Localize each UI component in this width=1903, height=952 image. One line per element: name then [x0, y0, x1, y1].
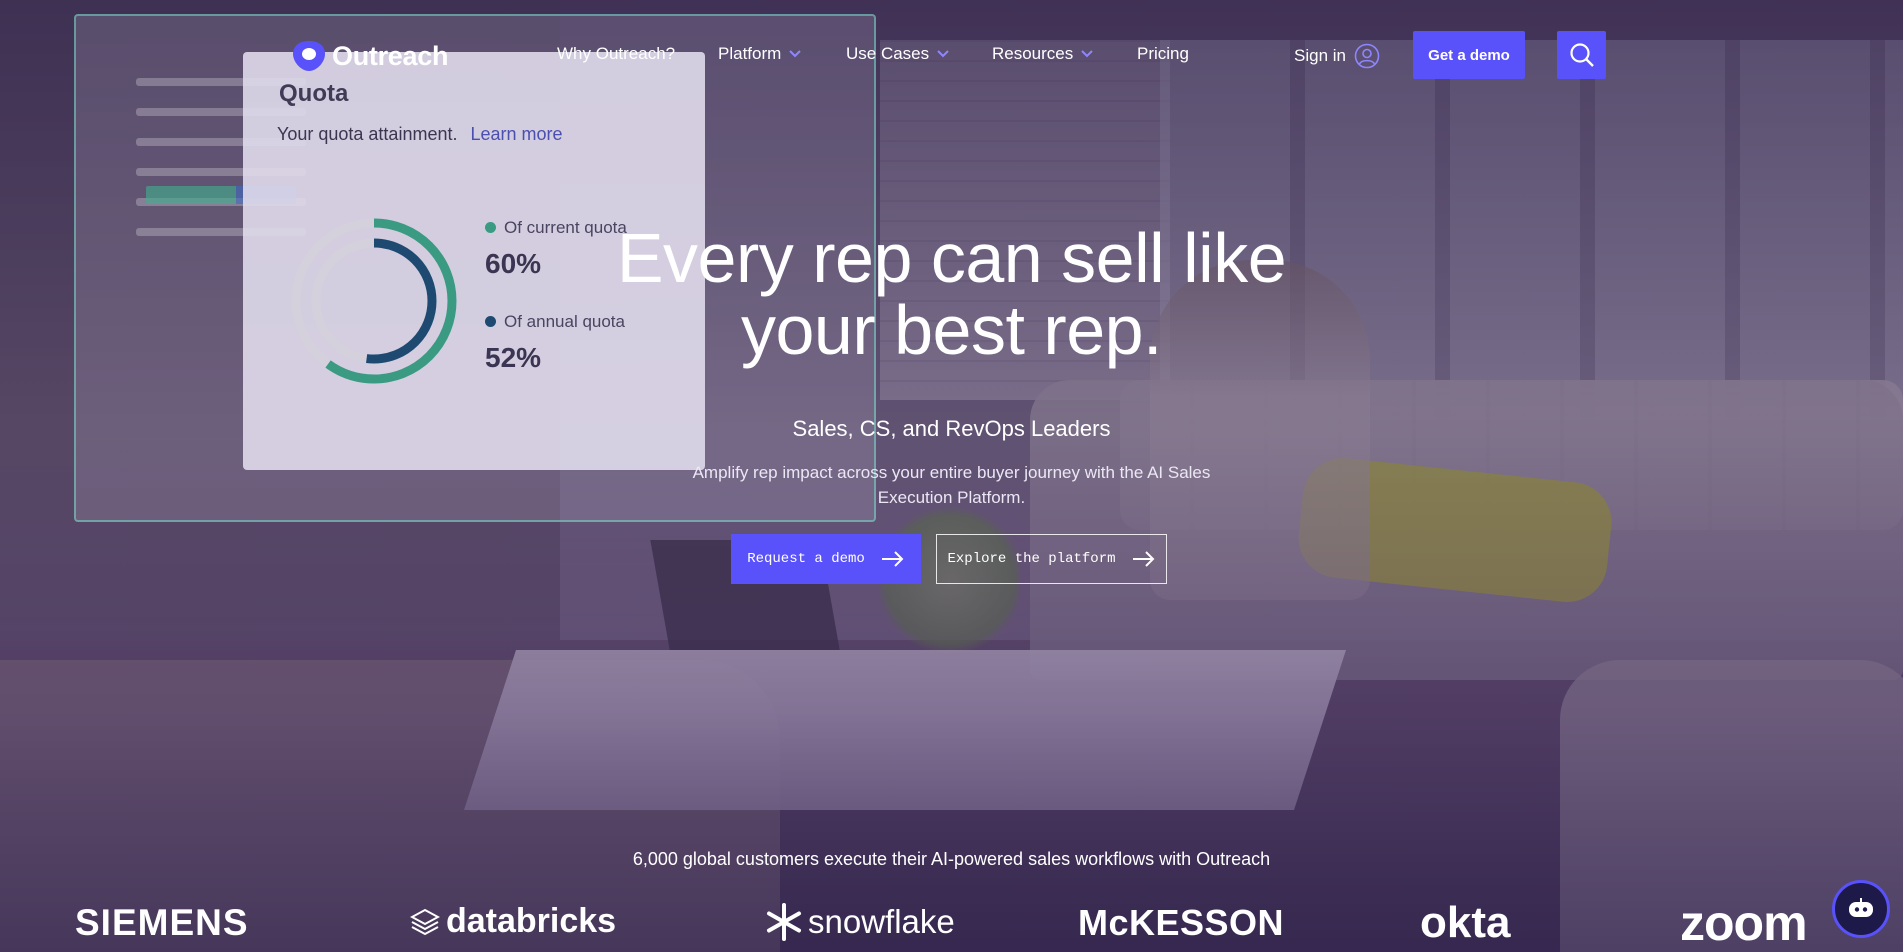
search-button[interactable] — [1557, 31, 1606, 79]
sign-in-label: Sign in — [1294, 46, 1346, 65]
snowflake-logo: snowflake — [764, 902, 955, 942]
hero-title: Every rep can sell like your best rep. — [0, 222, 1903, 366]
hero-title-line-2: your best rep. — [741, 291, 1163, 369]
databricks-logo: databricks — [410, 902, 616, 941]
hero-title-line-1: Every rep can sell like — [616, 219, 1287, 297]
snowflake-icon — [767, 903, 801, 941]
hero-description: Amplify rep impact across your entire bu… — [692, 463, 1211, 507]
explore-platform-button[interactable]: Explore the platform — [936, 534, 1167, 584]
nav-pricing[interactable]: Pricing — [1137, 44, 1189, 64]
brand-name: Outreach — [332, 40, 449, 71]
nav-label: Platform — [718, 44, 782, 63]
get-demo-button[interactable]: Get a demo — [1413, 31, 1525, 79]
user-icon — [1354, 43, 1380, 69]
outreach-logo-icon — [293, 41, 325, 71]
nav-label: Why Outreach? — [557, 44, 676, 63]
zoom-logo: zoom — [1680, 895, 1808, 951]
nav-label: Pricing — [1137, 44, 1189, 63]
hero-subtitle: Sales, CS, and RevOps Leaders — [792, 416, 1111, 441]
nav-label: Use Cases — [846, 44, 930, 63]
chevron-down-icon — [1081, 50, 1093, 58]
okta-logo: okta — [1420, 898, 1511, 947]
sign-in-link[interactable]: Sign in — [1294, 43, 1380, 69]
cta-label: Request a demo — [747, 551, 865, 567]
mckesson-logo: McKESSON — [1078, 902, 1285, 943]
chatbot-button[interactable] — [1832, 880, 1890, 938]
learn-more-link[interactable]: Learn more — [470, 124, 562, 144]
nav-platform[interactable]: Platform — [718, 44, 802, 64]
nav-use-cases[interactable]: Use Cases — [846, 44, 949, 64]
site-header: Outreach Why Outreach? Platform Use Case… — [0, 0, 1903, 110]
nav-why-outreach[interactable]: Why Outreach? — [557, 44, 675, 64]
chatbot-icon — [1849, 898, 1873, 917]
databricks-wordmark: databricks — [446, 902, 617, 940]
quota-subtitle-text: Your quota attainment. — [277, 124, 458, 144]
nav-resources[interactable]: Resources — [992, 44, 1093, 64]
customers-headline: 6,000 global customers execute their AI-… — [632, 849, 1271, 869]
quota-subtitle: Your quota attainment. Learn more — [277, 124, 563, 145]
siemens-logo: SIEMENS — [75, 902, 249, 943]
arrow-right-icon — [1132, 551, 1154, 567]
customer-logos: SIEMENS databricks snowflake McKESSON ok… — [0, 895, 1903, 952]
chevron-down-icon — [789, 50, 802, 58]
outreach-logo[interactable]: Outreach — [292, 40, 448, 72]
databricks-icon — [410, 908, 440, 935]
nav-label: Resources — [992, 44, 1074, 63]
arrow-right-icon — [881, 551, 904, 567]
cta-label: Explore the platform — [947, 551, 1116, 567]
search-icon — [1569, 43, 1594, 67]
chevron-down-icon — [937, 50, 949, 58]
snowflake-wordmark: snowflake — [808, 903, 955, 940]
request-demo-button[interactable]: Request a demo — [731, 534, 921, 584]
